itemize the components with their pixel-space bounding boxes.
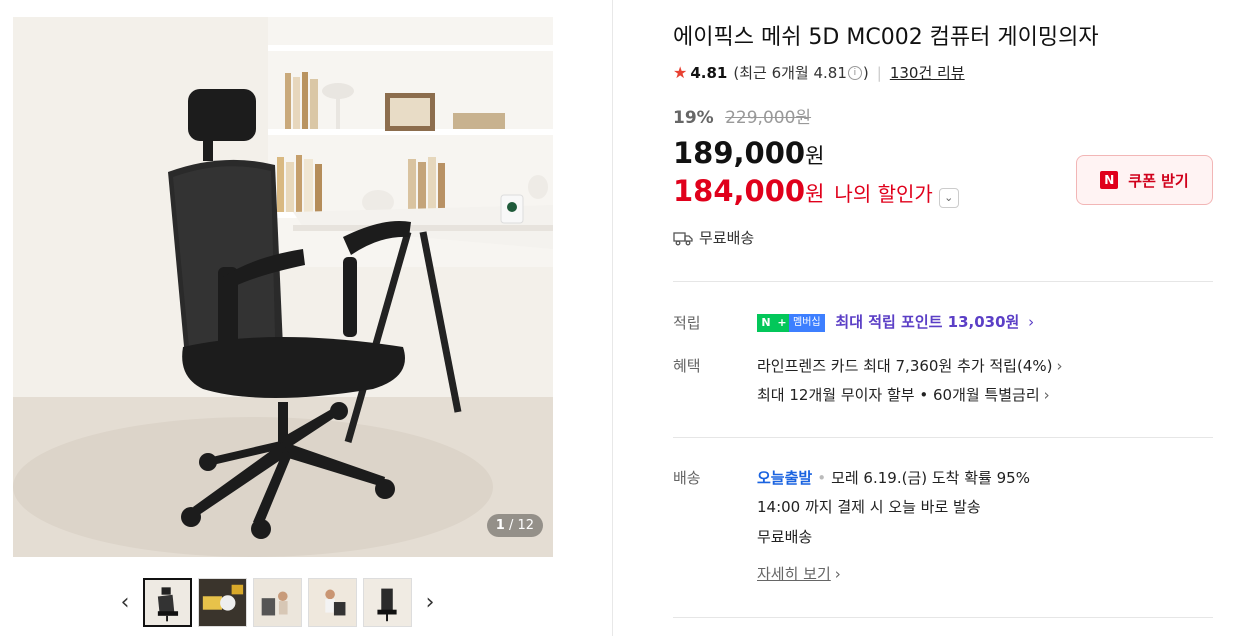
section-divider <box>673 281 1213 282</box>
npay-member: 멤버십 <box>789 313 825 332</box>
my-price-label: 나의 할인가 <box>834 182 933 206</box>
price-amount: 189,000 <box>673 136 806 170</box>
points-text: 최대 적립 포인트 13,030원 <box>835 313 1020 331</box>
shipping-summary: 무료배송 <box>673 227 754 248</box>
npay-plus: + <box>775 313 789 332</box>
main-product-image[interactable]: 1 / 12 <box>13 17 553 557</box>
npay-n: N <box>757 313 775 332</box>
chevron-right-icon[interactable]: › <box>415 576 445 628</box>
benefit-installment-row[interactable]: 최대 12개월 무이자 할부 • 60개월 특별금리 › <box>757 384 1050 405</box>
delivery-more-link[interactable]: 자세히 보기 › <box>757 563 841 584</box>
my-price-unit: 원 <box>805 182 825 206</box>
chevron-right-icon: › <box>1028 313 1035 331</box>
star-icon: ★ <box>673 63 688 82</box>
delivery-row: 오늘출발 • 모레 6.19.(금) 도착 확률 95% <box>757 467 1030 488</box>
chevron-left-icon[interactable]: ‹ <box>110 576 140 628</box>
chevron-down-icon[interactable]: ⌄ <box>938 188 959 208</box>
rating-row: ★ 4.81 (최근 6개월 4.81 i ) | 130건 리뷰 <box>673 62 965 83</box>
thumbnail-image <box>145 579 190 625</box>
delivery-cutoff: 14:00 까지 결제 시 오늘 바로 발송 <box>757 498 981 516</box>
thumbnail-strip: ‹ › <box>110 576 445 628</box>
thumbnail-image <box>309 578 356 626</box>
sale-price: 189,000원 <box>673 136 824 170</box>
benefit-installment-text: 최대 12개월 무이자 할부 • 60개월 특별금리 <box>757 386 1040 404</box>
rating-recent: (최근 6개월 4.81 <box>733 64 847 82</box>
benefit-card-text: 라인프렌즈 카드 최대 7,360원 추가 적립(4%) <box>757 357 1053 375</box>
image-counter: 1 / 12 <box>486 514 543 537</box>
product-gallery: 1 / 12 ‹ › <box>0 0 613 636</box>
benefits-label: 혜택 <box>673 357 701 375</box>
original-price-row: 19% 229,000원 <box>673 103 811 128</box>
price-unit: 원 <box>805 144 825 168</box>
chevron-right-icon: › <box>1056 357 1063 375</box>
naver-logo-icon: N <box>1100 171 1119 189</box>
info-icon[interactable]: i <box>847 65 862 80</box>
shipping-text: 무료배송 <box>699 229 755 247</box>
thumbnail-3[interactable] <box>253 577 302 627</box>
thumbnail-5[interactable] <box>363 577 412 627</box>
thumbnail-1[interactable] <box>143 577 192 627</box>
arrival-estimate: 모레 6.19.(금) 도착 확률 95% <box>831 469 1030 487</box>
my-discount-price[interactable]: 184,000 원 나의 할인가 ⌄ <box>673 174 959 208</box>
chevron-right-icon: › <box>834 565 841 583</box>
product-title: 에이픽스 메쉬 5D MC002 컴퓨터 게이밍의자 <box>673 25 1099 50</box>
delivery-label: 배송 <box>673 469 701 487</box>
thumbnail-4[interactable] <box>308 577 357 627</box>
npay-membership-badge: N + 멤버십 <box>757 313 825 332</box>
dot-separator: • <box>817 469 827 487</box>
coupon-label: 쿠폰 받기 <box>1128 171 1189 190</box>
review-count-link[interactable]: 130건 리뷰 <box>890 62 965 83</box>
points-label: 적립 <box>673 314 701 332</box>
section-divider <box>673 437 1213 438</box>
points-row[interactable]: N + 멤버십 최대 적립 포인트 13,030원 › <box>757 311 1034 332</box>
office-chair-photo <box>13 17 553 557</box>
thumbnail-2[interactable] <box>198 577 247 627</box>
more-link-text: 자세히 보기 <box>757 565 831 583</box>
rating-score: 4.81 <box>690 63 728 82</box>
discount-rate: 19% <box>673 108 714 128</box>
rating-recent-close: ) <box>862 63 869 82</box>
truck-icon <box>673 231 693 245</box>
benefit-card-row[interactable]: 라인프렌즈 카드 최대 7,360원 추가 적립(4%) › <box>757 355 1062 376</box>
today-dispatch-badge: 오늘출발 <box>757 469 813 487</box>
section-divider <box>673 617 1213 618</box>
thumbnail-image <box>364 578 411 626</box>
chevron-right-icon: › <box>1043 386 1050 404</box>
original-price: 229,000원 <box>725 108 812 128</box>
thumbnail-image <box>199 578 246 626</box>
divider: | <box>876 63 882 82</box>
thumbnail-image <box>254 578 301 626</box>
counter-total: / 12 <box>508 518 534 533</box>
delivery-free: 무료배송 <box>757 528 813 546</box>
coupon-button[interactable]: N 쿠폰 받기 <box>1076 155 1213 205</box>
counter-current: 1 <box>495 518 505 533</box>
my-price-amount: 184,000 <box>673 174 806 208</box>
